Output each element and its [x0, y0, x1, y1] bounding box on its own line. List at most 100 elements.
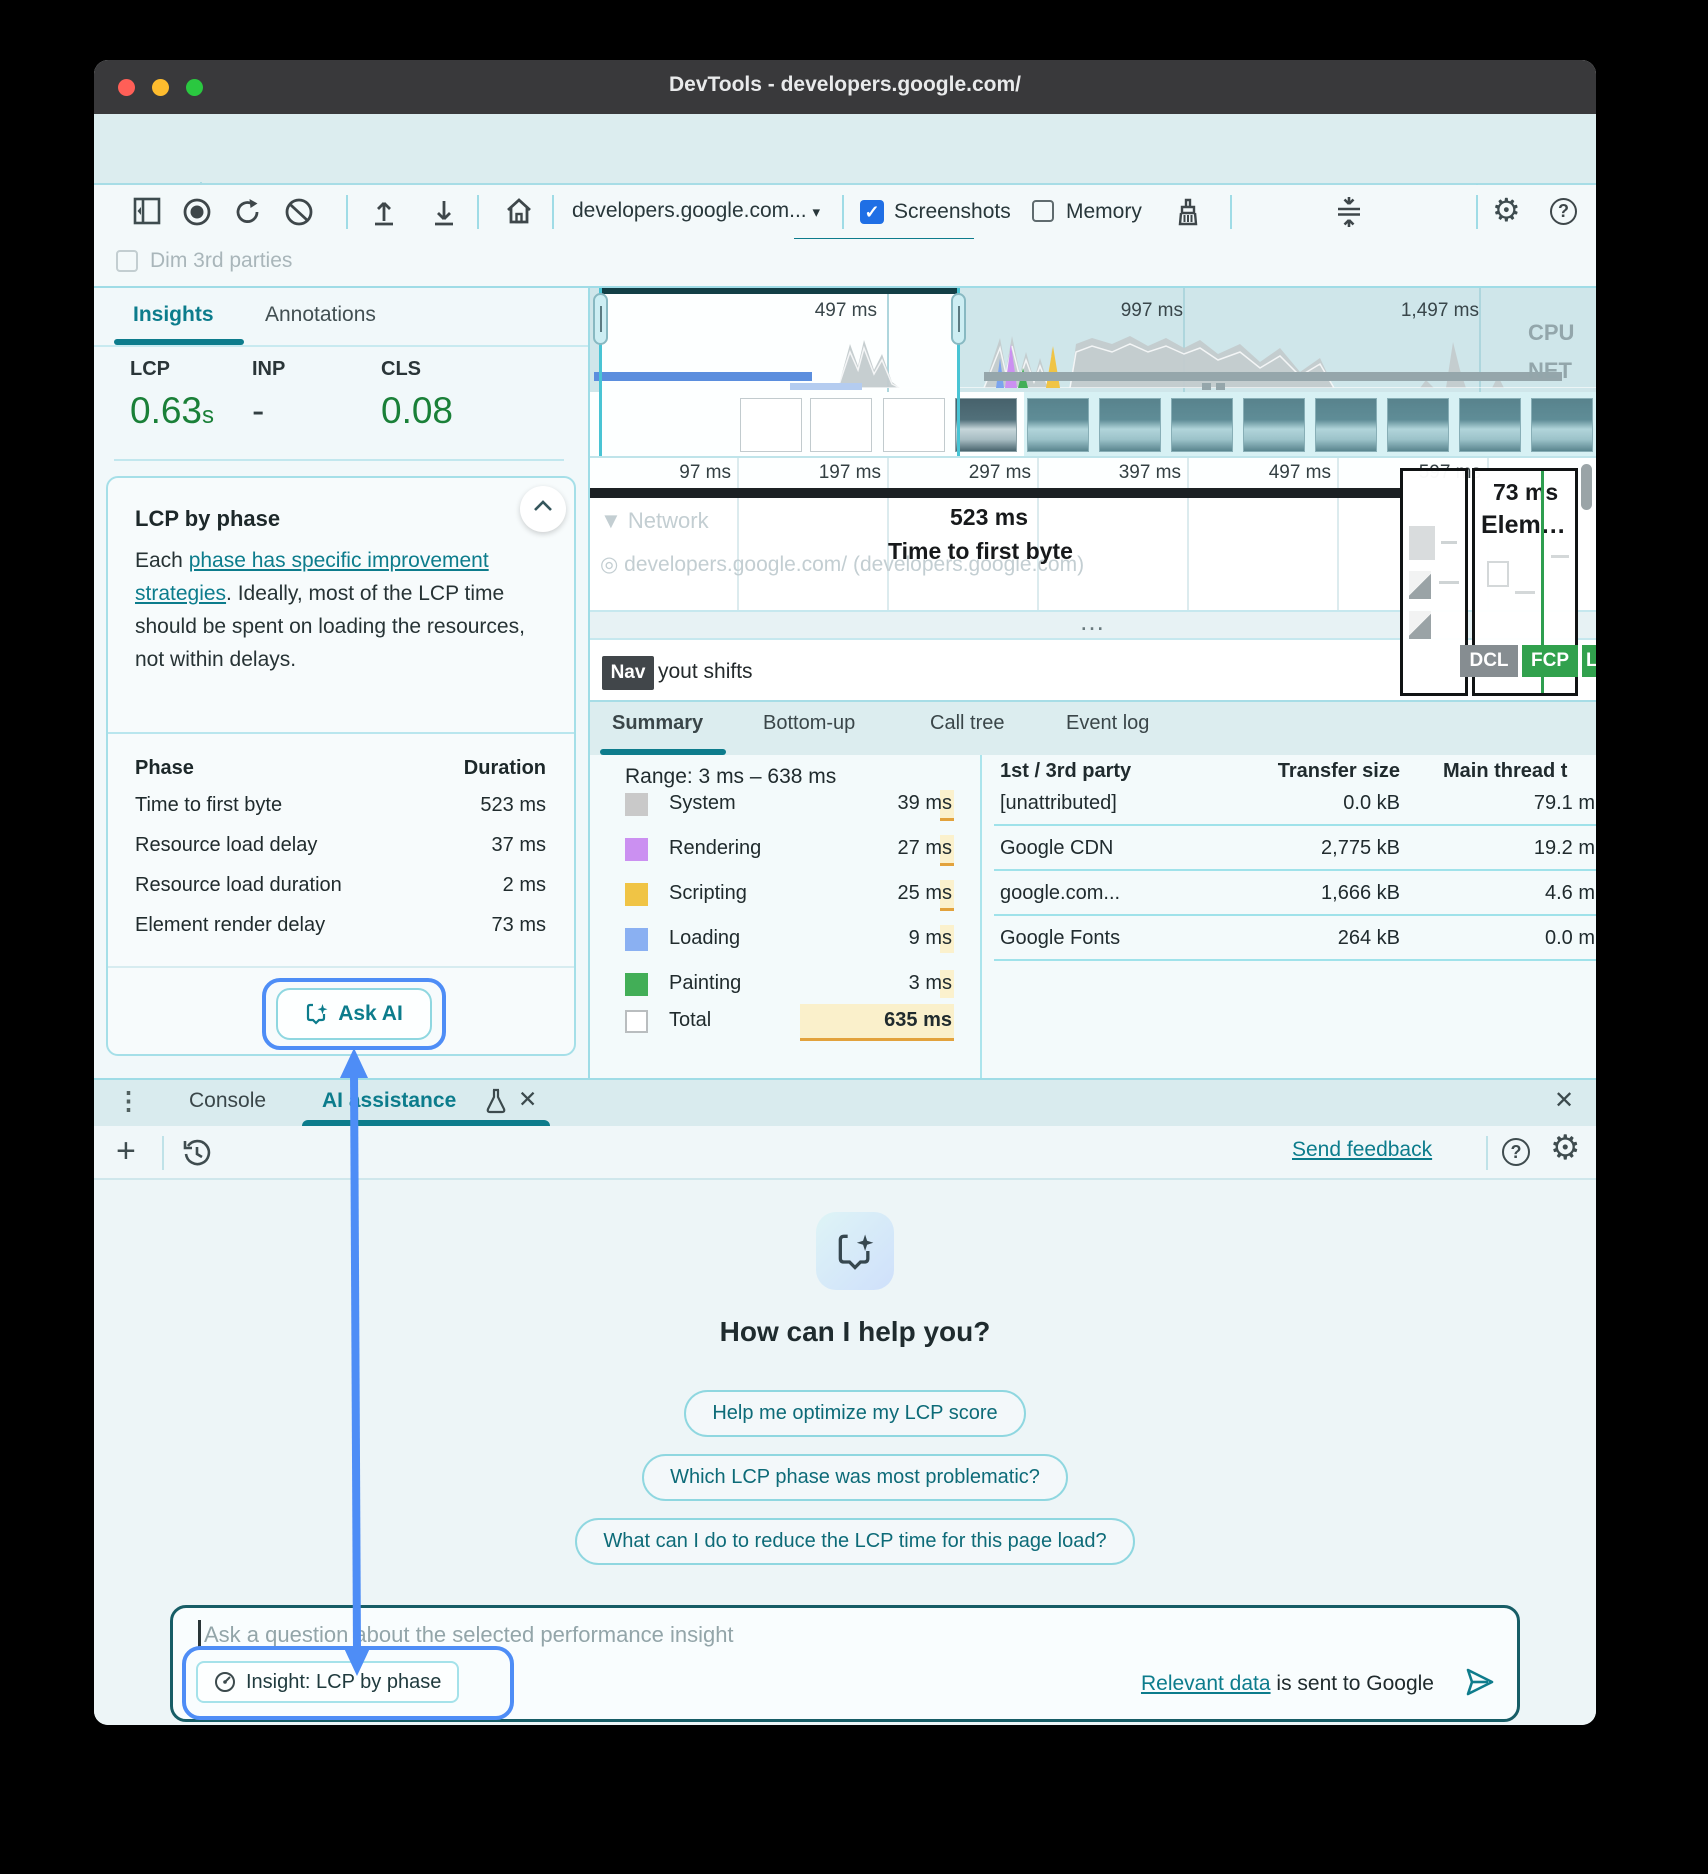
- collapse-sections-icon[interactable]: [1334, 196, 1364, 228]
- expand-tracks-ellipsis[interactable]: …: [1079, 606, 1107, 637]
- close-drawer-icon[interactable]: ✕: [1554, 1086, 1574, 1115]
- main-thread-col-header[interactable]: Main thread t: [1443, 760, 1567, 783]
- l-marker[interactable]: L: [1582, 645, 1596, 677]
- ruler-tick-label: 397 ms: [1091, 462, 1181, 484]
- tab-event-log[interactable]: Event log: [1066, 712, 1149, 735]
- memory-checkbox[interactable]: [1032, 200, 1054, 222]
- suggestion-chip[interactable]: Help me optimize my LCP score: [684, 1390, 1025, 1437]
- party-cell-name[interactable]: Google Fonts: [1000, 927, 1120, 950]
- screenshots-checkbox[interactable]: ✓: [860, 200, 884, 224]
- scrollbar-thumb[interactable]: [1581, 464, 1592, 510]
- ruler-tick-label: 97 ms: [641, 462, 731, 484]
- suggestion-chip[interactable]: Which LCP phase was most problematic?: [642, 1454, 1068, 1501]
- filmstrip-thumbnail-blank[interactable]: [883, 398, 945, 452]
- performance-gauge-icon: [214, 1671, 236, 1693]
- page-selector[interactable]: developers.google.com... ▾: [572, 199, 820, 223]
- network-overview-bar: [594, 372, 812, 381]
- drawer-tab-console[interactable]: Console: [189, 1089, 266, 1113]
- ruler-tick-label: 197 ms: [791, 462, 881, 484]
- minimap-selected-range-bar: [600, 288, 959, 294]
- ttfb-span-bar[interactable]: [590, 488, 1400, 498]
- chevron-down-icon: ▾: [812, 204, 820, 221]
- party-cell-main: 19.2 m: [1495, 837, 1595, 860]
- party-cell-name[interactable]: [unattributed]: [1000, 792, 1117, 815]
- drawer-tab-bar: [94, 1078, 1596, 1126]
- garbage-collect-icon[interactable]: [1174, 197, 1202, 227]
- insight-chip-label: Insight: LCP by phase: [246, 1671, 441, 1694]
- filmstrip-thumbnail-blank[interactable]: [810, 398, 872, 452]
- ask-ai-button[interactable]: Ask AI: [276, 988, 432, 1040]
- lcp-value: 0.63s: [130, 390, 214, 432]
- card-title: LCP by phase: [135, 506, 280, 532]
- inp-label: INP: [252, 358, 285, 381]
- data-disclaimer: Relevant data is sent to Google: [1094, 1672, 1434, 1696]
- ask-ai-label: Ask AI: [338, 1002, 403, 1026]
- ai-prompt-placeholder: Ask a question about the selected perfor…: [204, 1622, 734, 1648]
- total-value: 635 ms: [832, 1009, 952, 1032]
- total-swatch: [625, 1010, 648, 1033]
- network-section-label[interactable]: ▼ Network: [600, 508, 709, 534]
- dim-third-parties-checkbox[interactable]: [116, 250, 138, 272]
- record-icon[interactable]: [182, 197, 212, 227]
- reload-icon[interactable]: [233, 197, 263, 227]
- fcp-marker[interactable]: FCP: [1522, 645, 1578, 677]
- nav-badge[interactable]: Nav: [602, 656, 654, 690]
- perf-settings-gear-icon[interactable]: ⚙: [1492, 191, 1521, 229]
- page-selector-label: developers.google.com...: [572, 199, 807, 222]
- ai-settings-gear-icon[interactable]: ⚙: [1550, 1128, 1580, 1168]
- total-label: Total: [669, 1009, 711, 1032]
- drawer-menu-icon[interactable]: ⋮: [116, 1086, 141, 1116]
- clear-icon[interactable]: [284, 197, 314, 227]
- party-cell-name[interactable]: Google CDN: [1000, 837, 1113, 860]
- category-value: 27 ms: [832, 837, 952, 860]
- main-tab-bar: Elements Console Sources Network Perform…: [94, 114, 1596, 185]
- drawer-tab-ai-assistance[interactable]: AI assistance: [322, 1089, 456, 1113]
- devtools-window: DevTools - developers.google.com/ Elemen…: [94, 60, 1596, 1725]
- collapse-card-button[interactable]: [520, 486, 566, 532]
- minimap-left-handle[interactable]: [593, 293, 608, 345]
- layout-shifts-label: yout shifts: [658, 660, 753, 684]
- category-swatch: [625, 973, 648, 996]
- dcl-marker[interactable]: DCL: [1460, 645, 1518, 677]
- tab-call-tree[interactable]: Call tree: [930, 712, 1004, 735]
- summary-range: Range: 3 ms – 638 ms: [625, 765, 836, 789]
- panel-layout-icon[interactable]: [133, 197, 161, 225]
- download-profile-icon[interactable]: [430, 197, 458, 227]
- sidebar-tab-insights[interactable]: Insights: [133, 303, 214, 327]
- send-icon[interactable]: [1464, 1666, 1498, 1698]
- ruler-tick-label: 497 ms: [1241, 462, 1331, 484]
- party-cell-name[interactable]: google.com...: [1000, 882, 1120, 905]
- transfer-col-header[interactable]: Transfer size: [1250, 760, 1400, 783]
- party-cell-transfer: 1,666 kB: [1250, 882, 1400, 905]
- filmstrip-thumbnail[interactable]: [955, 398, 1017, 452]
- close-ai-tab-icon[interactable]: ✕: [518, 1086, 537, 1113]
- performance-toolbar: developers.google.com... ▾ ✓ Screenshots…: [94, 185, 1596, 238]
- window-title: DevTools - developers.google.com/: [94, 73, 1596, 97]
- tab-bottom-up[interactable]: Bottom-up: [763, 712, 855, 735]
- tab-summary[interactable]: Summary: [612, 712, 703, 735]
- element-render-label: Elem…: [1481, 511, 1566, 540]
- ttfb-time-overlay: 523 ms: [950, 504, 1028, 531]
- suggestion-chip[interactable]: What can I do to reduce the LCP time for…: [575, 1518, 1134, 1565]
- help-icon[interactable]: ?: [1550, 198, 1577, 225]
- history-icon[interactable]: [182, 1138, 212, 1168]
- ai-help-icon[interactable]: ?: [1502, 1138, 1530, 1166]
- home-icon[interactable]: [504, 196, 534, 226]
- minimap-right-handle[interactable]: [951, 293, 966, 345]
- party-cell-transfer: 2,775 kB: [1250, 837, 1400, 860]
- category-value: 39 ms: [832, 792, 952, 815]
- sidebar-tab-annotations[interactable]: Annotations: [265, 303, 376, 327]
- filmstrip-thumbnail-blank[interactable]: [740, 398, 802, 452]
- phase-row-label: Element render delay: [135, 914, 325, 937]
- new-chat-icon[interactable]: +: [116, 1132, 136, 1171]
- send-feedback-link[interactable]: Send feedback: [1292, 1138, 1432, 1162]
- upload-profile-icon[interactable]: [370, 197, 398, 227]
- phase-row-value: 37 ms: [366, 834, 546, 857]
- relevant-data-link[interactable]: Relevant data: [1141, 1672, 1271, 1695]
- network-overview-bar-secondary: [790, 383, 862, 390]
- phase-row-label: Resource load delay: [135, 834, 317, 857]
- ttfb-label-overlay: Time to first byte: [888, 538, 1073, 565]
- phase-row-value: 523 ms: [366, 794, 546, 817]
- party-col-header[interactable]: 1st / 3rd party: [1000, 760, 1131, 783]
- insight-context-chip[interactable]: Insight: LCP by phase: [196, 1661, 459, 1703]
